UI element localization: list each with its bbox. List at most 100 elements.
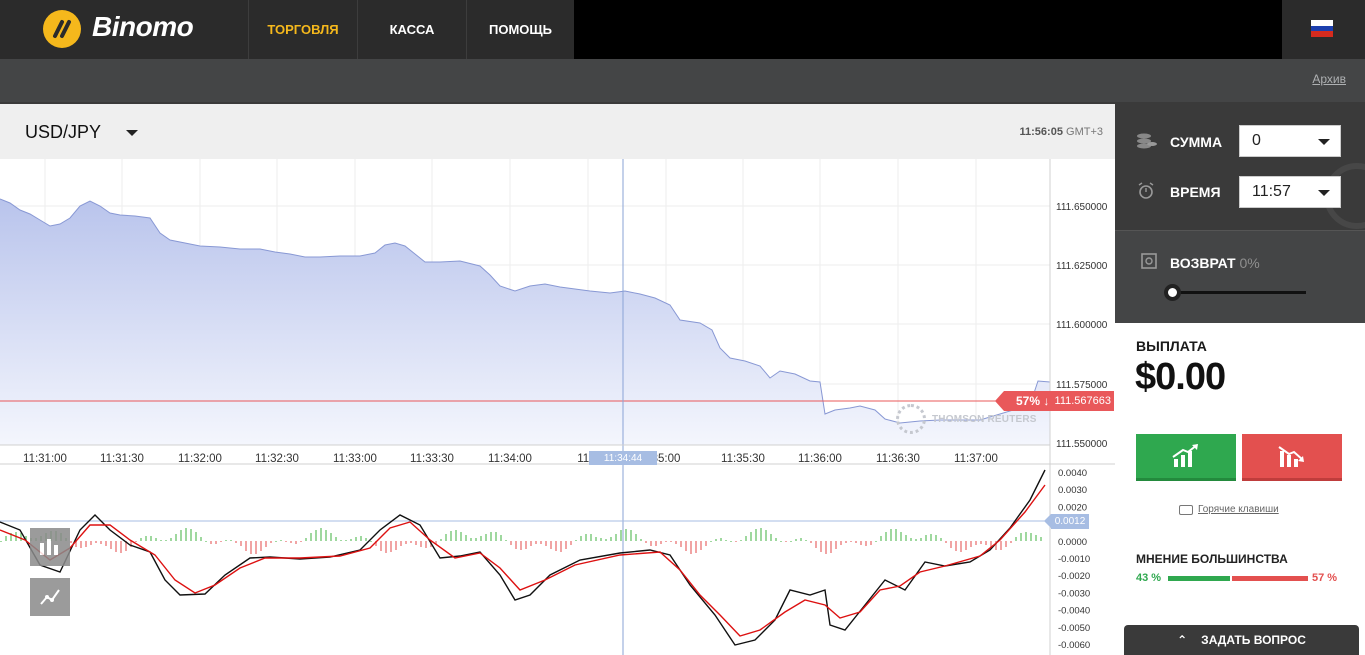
macd-histogram-bar — [505, 540, 507, 541]
macd-histogram-bar — [470, 538, 472, 541]
macd-histogram-bar — [170, 538, 172, 541]
macd-histogram-bar — [900, 532, 902, 541]
time-tick-label: 11:35:30 — [721, 453, 765, 465]
macd-histogram-bar — [830, 541, 832, 553]
macd-histogram-bar — [245, 541, 247, 551]
macd-histogram-bar — [135, 541, 137, 542]
ask-question-button[interactable]: ⌃ ЗАДАТЬ ВОПРОС — [1124, 625, 1359, 655]
nav-help[interactable]: ПОМОЩЬ — [466, 0, 574, 59]
chevron-down-icon[interactable] — [126, 130, 138, 136]
macd-histogram-bar — [705, 541, 707, 546]
macd-tick-label: 0.0030 — [1058, 485, 1087, 496]
indicators-button[interactable] — [30, 578, 70, 616]
macd-histogram-bar — [755, 529, 757, 541]
macd-histogram-bar — [580, 536, 582, 541]
macd-histogram-bar — [725, 540, 727, 541]
macd-histogram-bar — [385, 541, 387, 553]
macd-histogram-bar — [890, 529, 892, 541]
call-up-button[interactable] — [1136, 434, 1236, 481]
asset-selector[interactable]: USD/JPY — [25, 122, 101, 143]
macd-histogram-bar — [515, 541, 517, 549]
macd-histogram-bar — [345, 540, 347, 541]
macd-histogram-bar — [290, 541, 292, 543]
macd-histogram-bar — [540, 541, 542, 544]
macd-histogram-bar — [795, 539, 797, 541]
macd-histogram-bar — [765, 530, 767, 541]
time-select[interactable]: 11:57 — [1239, 176, 1341, 208]
russian-flag-icon[interactable] — [1311, 20, 1333, 37]
macd-histogram-bar — [975, 541, 977, 545]
macd-tick-label: -0.0040 — [1058, 606, 1090, 617]
macd-histogram-bar — [775, 538, 777, 541]
time-tick-label: 11:33:30 — [410, 453, 454, 465]
price-tick-label: 111.550000 — [1056, 439, 1108, 450]
time-tick-label: 11:34:00 — [488, 453, 532, 465]
macd-histogram-bar — [365, 538, 367, 541]
return-slider-track[interactable] — [1173, 291, 1306, 294]
macd-histogram-bar — [520, 541, 522, 550]
payout-label: ВЫПЛАТА — [1136, 338, 1207, 354]
price-tick-label: 111.575000 — [1056, 380, 1108, 391]
trend-up-icon — [1172, 444, 1198, 467]
macd-histogram-bar — [575, 540, 577, 541]
macd-histogram-bar — [150, 536, 152, 541]
macd-histogram-bar — [400, 541, 402, 546]
macd-axis: 0.00400.00300.00200.00100.0000-0.0010-0.… — [1058, 468, 1090, 651]
return-slider-handle[interactable] — [1164, 284, 1181, 301]
macd-histogram-bar — [945, 541, 947, 543]
chevron-up-icon: ⌃ — [1177, 633, 1188, 647]
amount-value: 0 — [1252, 132, 1261, 149]
macd-histogram-bar — [1020, 533, 1022, 541]
macd-histogram-bar — [690, 541, 692, 554]
return-label: ВОЗВРАТ 0% — [1170, 255, 1260, 271]
chart-header: USD/JPY 11:56:05 GMT+3 — [0, 102, 1115, 159]
crosshair-time-label: 11:34:44 — [589, 451, 657, 465]
macd-histogram-bar — [1035, 535, 1037, 541]
macd-histogram-bar — [0, 541, 2, 542]
macd-histogram-bar — [195, 532, 197, 541]
archive-link[interactable]: Архив — [1312, 72, 1346, 86]
macd-histogram-bar — [225, 540, 227, 541]
macd-histogram-bar — [545, 541, 547, 546]
bar-chart-icon — [40, 539, 58, 555]
macd-histogram-bar — [530, 541, 532, 546]
macd-histogram-bar — [390, 541, 392, 552]
majority-down-percent: 57 % — [1312, 572, 1338, 584]
macd-histogram-bar — [875, 541, 877, 542]
trade-settings-panel — [1115, 102, 1365, 230]
macd-histogram-bar — [120, 541, 122, 553]
return-panel — [1115, 230, 1365, 323]
nav-cashier[interactable]: КАССА — [357, 0, 466, 59]
return-value: 0% — [1239, 255, 1260, 271]
macd-histogram-bar — [715, 539, 717, 541]
time-value: 11:57 — [1252, 183, 1291, 200]
macd-histogram-bar — [500, 535, 502, 541]
macd-histogram-bar — [230, 540, 232, 541]
macd-histogram-bar — [815, 541, 817, 548]
reuters-logo-icon — [896, 404, 926, 434]
macd-histogram-bar — [905, 535, 907, 541]
macd-histogram-bar — [625, 529, 627, 541]
macd-histogram-bar — [610, 537, 612, 541]
amount-select[interactable]: 0 — [1239, 125, 1341, 157]
macd-histogram-bar — [405, 541, 407, 544]
price-axis: 111.650000 111.625000 111.600000 111.575000… — [1056, 202, 1108, 450]
return-label-text: ВОЗВРАТ — [1170, 255, 1236, 271]
put-down-button[interactable] — [1242, 434, 1342, 481]
macd-histogram-bar — [920, 538, 922, 541]
macd-histogram-bar — [145, 536, 147, 541]
macd-histogram-bar — [475, 538, 477, 541]
macd-histogram-bar — [585, 534, 587, 541]
logo[interactable]: Binomo — [0, 0, 248, 59]
macd-histogram-bar — [100, 541, 102, 544]
macd-histogram-bar — [960, 541, 962, 552]
macd-tick-label: -0.0010 — [1058, 554, 1090, 565]
chevron-down-icon — [1318, 190, 1330, 196]
time-tick-label: 11:31:00 — [23, 453, 67, 465]
chart-type-button[interactable] — [30, 528, 70, 566]
time-tick-label: 11:33:00 — [333, 453, 377, 465]
hotkeys-link[interactable]: Горячие клавиши — [1198, 504, 1279, 515]
macd-histogram-bar — [855, 541, 857, 543]
macd-histogram-bar — [210, 541, 212, 544]
nav-trading[interactable]: ТОРГОВЛЯ — [248, 0, 357, 59]
